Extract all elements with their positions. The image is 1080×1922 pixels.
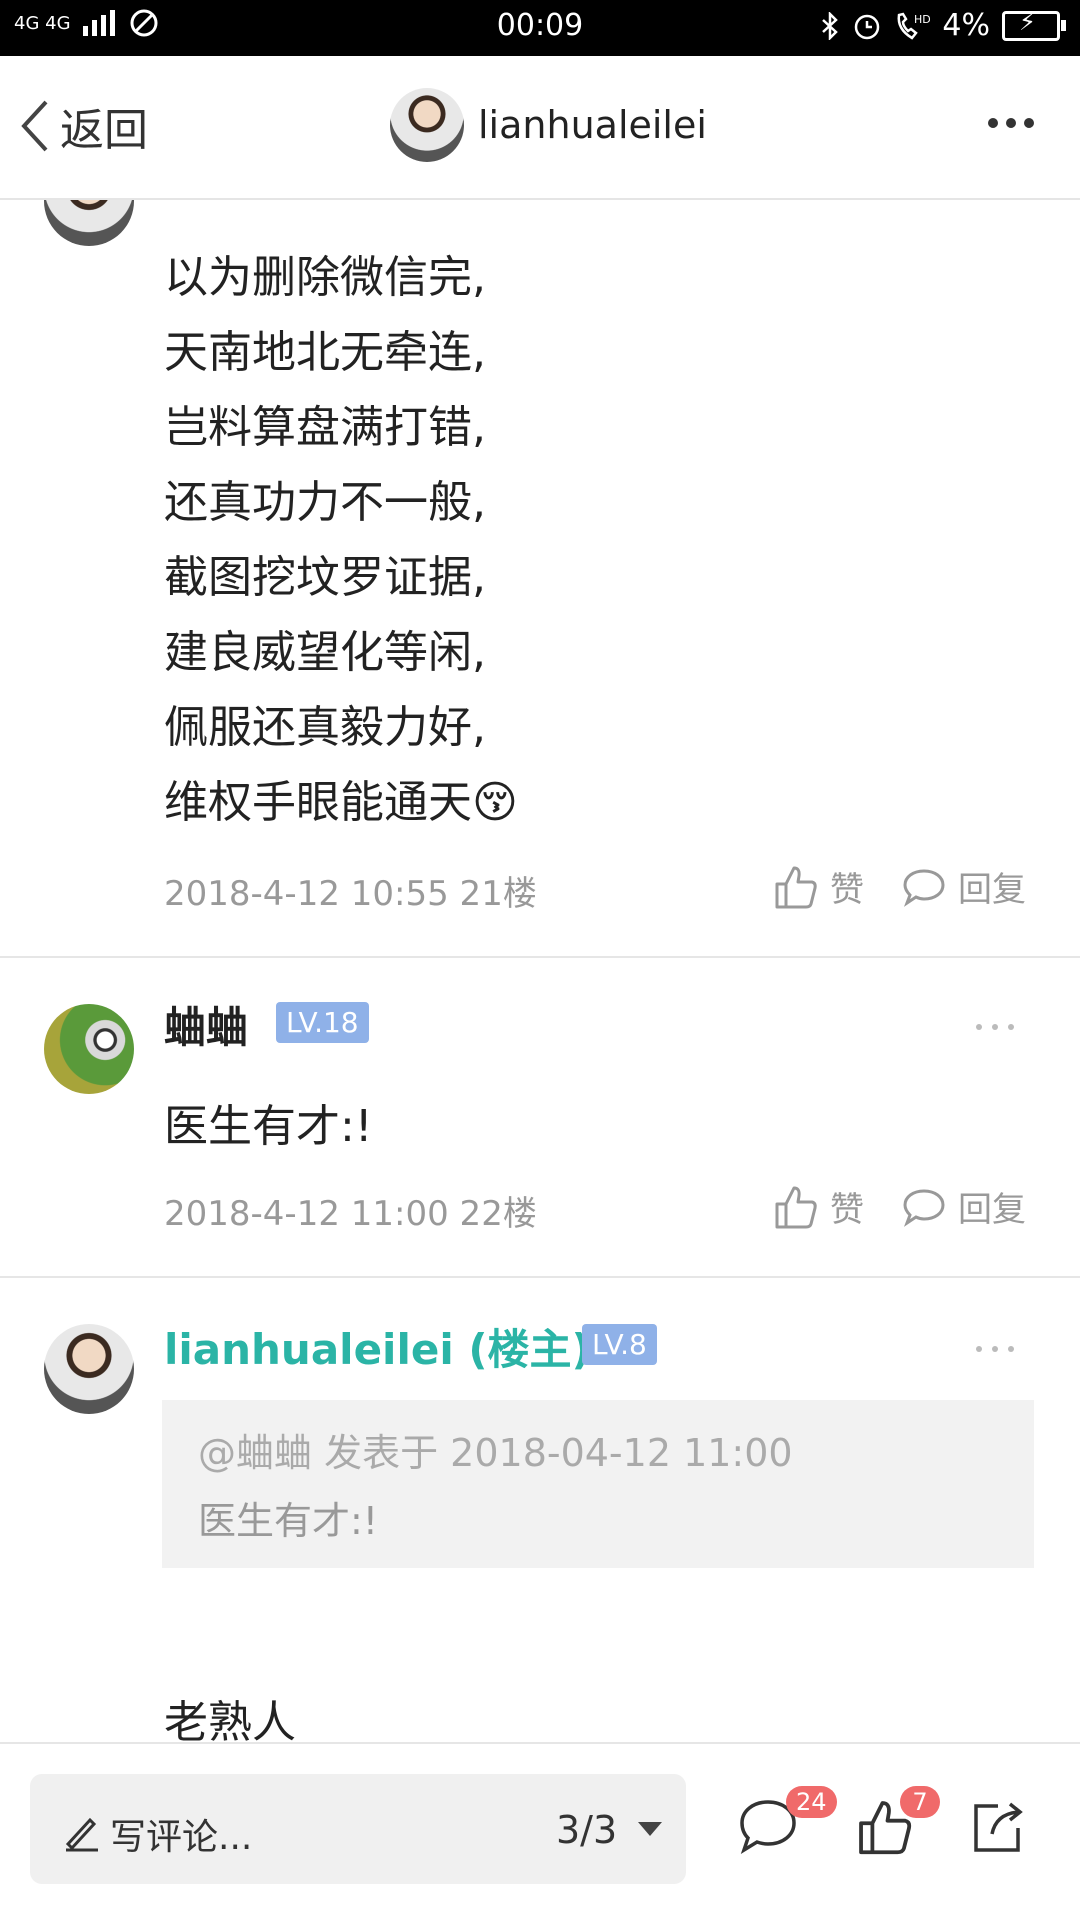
divider (0, 1276, 1080, 1278)
nav-bar: 返回 lianhualeilei (0, 56, 1080, 200)
comment-count-badge: 24 (786, 1786, 837, 1818)
username[interactable]: lianhualeilei (楼主) (164, 1316, 591, 1377)
triangle-down-icon[interactable] (638, 1822, 662, 1838)
pencil-icon (65, 1817, 98, 1852)
avatar[interactable] (44, 1004, 134, 1094)
status-bar: 4G 4G 00:09 HD 4% ⚡ (0, 0, 1080, 56)
poem-line: 建良威望化等闲, (164, 627, 486, 678)
back-label: 返回 (60, 105, 148, 156)
like-button[interactable]: 赞 (774, 1182, 864, 1231)
avatar[interactable] (44, 200, 134, 246)
reply-label: 回复 (958, 870, 1026, 910)
bluetooth-icon (822, 11, 839, 40)
reply-button[interactable]: 回复 (902, 862, 1026, 911)
post-text: 老熟人 (164, 1697, 296, 1742)
share-icon (974, 1802, 1023, 1852)
page-indicator[interactable]: 3/3 (556, 1808, 617, 1852)
poem-line: 维权手眼能通天😚 (164, 765, 518, 840)
share-button[interactable] (968, 1798, 1026, 1860)
status-right: HD 4% ⚡ (820, 8, 1066, 43)
emoji: 😚 (472, 777, 518, 828)
poem-line: 天南地北无牵连, (164, 327, 486, 378)
svg-text:HD: HD (914, 13, 930, 26)
post-more-icon[interactable] (976, 1024, 1014, 1030)
alarm-icon (855, 14, 880, 39)
post-more-icon[interactable] (976, 1346, 1014, 1352)
divider (0, 956, 1080, 958)
poem-line-text: 维权手眼能通天 (164, 777, 472, 828)
comment-icon (903, 1188, 945, 1227)
post-meta: 2018-4-12 11:00 22楼 (164, 1194, 537, 1234)
comment-placeholder: 写评论... (110, 1817, 253, 1858)
reply-label: 回复 (958, 1190, 1026, 1230)
poem-line: 以为删除微信完, (164, 252, 486, 303)
battery-percent: 4% (942, 8, 990, 43)
comment-icon (903, 868, 945, 907)
hd-call-icon: HD (897, 12, 930, 40)
reply-button[interactable]: 回复 (902, 1182, 1026, 1231)
more-menu-icon[interactable] (988, 118, 1034, 128)
quote-header: @蛐蛐 发表于 2018-04-12 11:00 (198, 1431, 793, 1475)
thread-content: 以为删除微信完, 天南地北无牵连, 岂料算盘满打错, 还真功力不一般, 截图挖坟… (0, 200, 1080, 1742)
level-badge: LV.18 (276, 1002, 369, 1043)
poem-line: 佩服还真毅力好, (164, 702, 486, 753)
avatar[interactable] (390, 88, 464, 162)
nav-user[interactable]: lianhualeilei (390, 88, 707, 162)
bottom-bar: 写评论... 3/3 24 7 (0, 1742, 1080, 1922)
thumbs-up-icon (775, 1186, 817, 1228)
thumbs-up-icon (775, 866, 817, 908)
like-label: 赞 (830, 1190, 864, 1230)
level-badge: LV.8 (582, 1324, 657, 1365)
like-label: 赞 (830, 870, 864, 910)
poem-line: 截图挖坟罗证据, (164, 552, 486, 603)
post-text: 以为删除微信完, 天南地北无牵连, 岂料算盘满打错, 还真功力不一般, 截图挖坟… (164, 240, 518, 840)
chevron-left-icon (21, 100, 48, 152)
post-text: 医生有才:! (164, 1101, 373, 1152)
comment-input[interactable]: 写评论... 3/3 (30, 1774, 686, 1884)
avatar[interactable] (44, 1324, 134, 1414)
username[interactable]: 蛐蛐 (164, 994, 248, 1055)
battery-icon: ⚡ (1002, 8, 1066, 41)
quote-box: @蛐蛐 发表于 2018-04-12 11:00 医生有才:! (162, 1400, 1034, 1568)
quote-text: 医生有才:! (198, 1499, 379, 1543)
back-button[interactable]: 返回 (18, 94, 148, 158)
poem-line: 岂料算盘满打错, (164, 402, 486, 453)
post-meta: 2018-4-12 10:55 21楼 (164, 874, 537, 914)
poem-line: 还真功力不一般, (164, 477, 486, 528)
like-button[interactable]: 赞 (774, 862, 864, 911)
like-count-badge: 7 (900, 1786, 940, 1818)
nav-title: lianhualeilei (478, 103, 707, 147)
